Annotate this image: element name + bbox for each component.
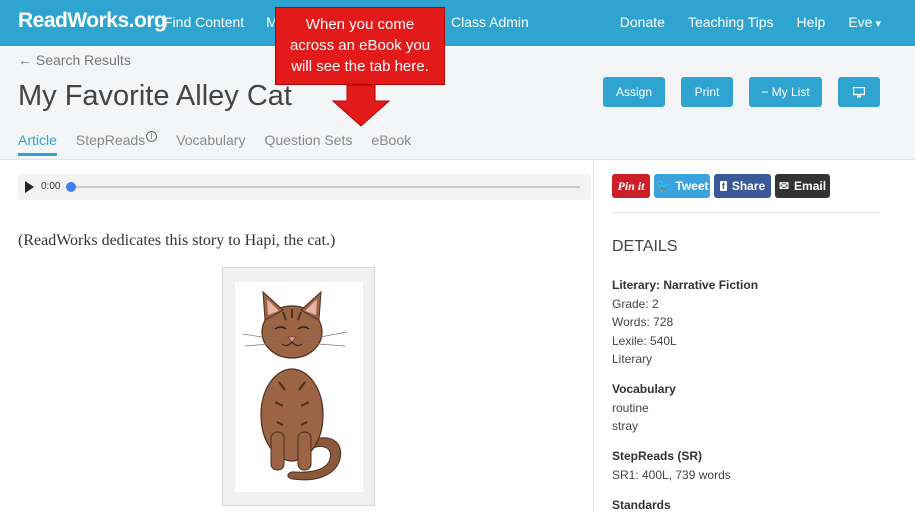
callout-line-1: When you come: [305, 16, 415, 33]
article-tabs: Article StepReads i Vocabulary Question S…: [18, 131, 430, 156]
pinterest-button[interactable]: Pin it: [612, 174, 650, 198]
readworks-logo[interactable]: ReadWorks.org: [18, 9, 167, 33]
tweet-label: Tweet: [675, 179, 709, 193]
type-value: Literary: [612, 352, 653, 366]
audio-time: 0:00: [41, 181, 61, 192]
nav-donate[interactable]: Donate: [620, 14, 665, 30]
nav-right: Donate Teaching Tips Help Eve ▾: [620, 14, 881, 30]
article-header: ← Search Results My Favorite Alley Cat A…: [0, 46, 915, 160]
lexile-value: Lexile: 540L: [612, 333, 677, 348]
facebook-share-button[interactable]: f Share: [714, 174, 771, 198]
info-icon[interactable]: i: [146, 131, 158, 142]
standards-title: Standards: [612, 498, 671, 512]
nav-teaching-tips[interactable]: Teaching Tips: [688, 14, 774, 30]
details-stepreads-section: StepReads (SR) SR1: 400L, 739 words: [612, 447, 731, 484]
details-vocabulary-section: Vocabulary routine stray: [612, 380, 676, 436]
print-button[interactable]: Print: [681, 77, 733, 107]
vocabulary-word: routine: [612, 400, 649, 415]
play-icon[interactable]: [25, 181, 34, 193]
present-button[interactable]: [838, 77, 880, 107]
monitor-icon: [853, 86, 865, 97]
audio-progress-track[interactable]: [71, 186, 580, 188]
column-divider: [593, 160, 594, 512]
pinterest-label: Pin it: [617, 178, 645, 193]
nav-help[interactable]: Help: [797, 14, 826, 30]
illustration-canvas: [235, 282, 363, 492]
words-value: Words: 728: [612, 315, 674, 329]
tweet-button[interactable]: 🐦 Tweet: [654, 174, 710, 198]
nav-class-admin[interactable]: Class Admin: [451, 14, 529, 30]
tab-article[interactable]: Article: [18, 132, 57, 156]
user-name: Eve: [848, 14, 873, 30]
article-illustration: [222, 267, 375, 506]
assign-button[interactable]: Assign: [603, 77, 665, 107]
vocabulary-title: Vocabulary: [612, 382, 676, 396]
nav-find-content[interactable]: Find Content: [164, 14, 244, 30]
envelope-icon: ✉: [778, 179, 790, 193]
share-label: Share: [731, 179, 766, 193]
stepreads-title: StepReads (SR): [612, 449, 703, 463]
vocabulary-word: stray: [612, 419, 639, 433]
twitter-icon: 🐦: [655, 179, 671, 193]
stepreads-sr1: SR1: 400L, 739 words: [612, 467, 731, 482]
audio-player: 0:00: [18, 174, 591, 200]
back-to-search-results-link[interactable]: ← Search Results: [18, 52, 131, 68]
facebook-icon: f: [719, 181, 727, 191]
cat-illustration-icon: [242, 290, 348, 481]
details-divider: [612, 212, 880, 213]
user-menu[interactable]: Eve ▾: [848, 14, 881, 30]
article-dedication: (ReadWorks dedicates this story to Hapi,…: [18, 232, 336, 249]
chevron-down-icon: ▾: [875, 18, 881, 30]
my-list-button[interactable]: − My List: [749, 77, 822, 107]
audio-progress-handle[interactable]: [66, 182, 76, 192]
tab-stepreads-label: StepReads: [75, 132, 146, 148]
tab-stepreads[interactable]: StepReads i: [75, 131, 158, 156]
callout-line-3: will see the tab here.: [291, 58, 429, 75]
email-label: Email: [794, 179, 827, 193]
page-title: My Favorite Alley Cat: [18, 80, 292, 112]
tab-vocabulary[interactable]: Vocabulary: [176, 132, 245, 156]
callout-line-2: across an eBook you: [289, 37, 431, 54]
details-heading: DETAILS: [612, 238, 678, 255]
tab-question-sets[interactable]: Question Sets: [264, 132, 352, 156]
top-nav-bar: ReadWorks.org Find Content My L Class Ad…: [0, 0, 915, 46]
genre-title: Literary: Narrative Fiction: [612, 278, 759, 292]
tab-ebook[interactable]: eBook: [371, 132, 411, 156]
callout-arrow-icon: [331, 85, 391, 127]
grade-value: Grade: 2: [612, 296, 659, 311]
details-genre-section: Literary: Narrative Fiction Grade: 2 Wor…: [612, 276, 758, 369]
ebook-callout: When you come across an eBook you will s…: [275, 7, 445, 85]
email-button[interactable]: ✉ Email: [775, 174, 830, 198]
